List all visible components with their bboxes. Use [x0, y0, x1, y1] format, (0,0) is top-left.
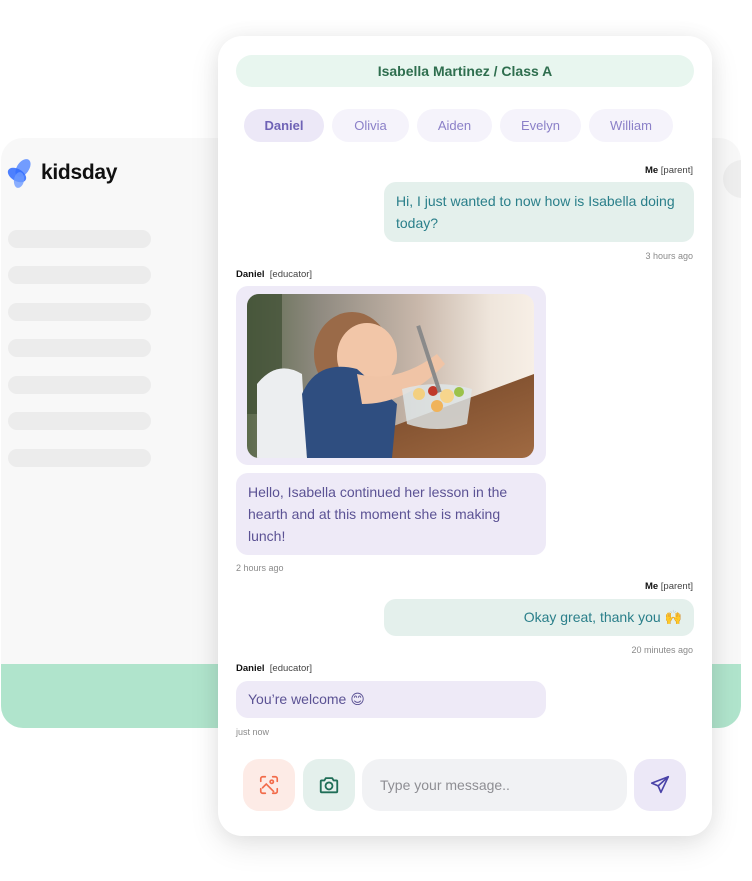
photo-illustration — [247, 294, 534, 458]
image-message-bubble — [236, 286, 546, 465]
chat-header-title: Isabella Martinez / Class A — [236, 55, 694, 87]
girl-eating-fruit-salad-photo[interactable] — [247, 294, 534, 458]
tab-evelyn[interactable]: Evelyn — [500, 109, 581, 142]
message-sender: Me [parent] — [645, 581, 693, 592]
sidebar-placeholder-item — [8, 412, 151, 430]
educator-message-bubble: You’re welcome 😊 — [236, 681, 546, 718]
sender-role: [parent] — [660, 165, 693, 176]
educator-message-bubble: Hello, Isabella continued her lesson in … — [236, 473, 546, 555]
camera-button[interactable] — [303, 759, 355, 811]
message-timestamp: just now — [236, 727, 270, 737]
educator-tabs: Daniel Olivia Aiden Evelyn William — [244, 109, 673, 142]
sender-role: [parent] — [660, 581, 693, 592]
tab-william[interactable]: William — [589, 109, 673, 142]
scan-image-button[interactable] — [243, 759, 295, 811]
message-timestamp: 20 minutes ago — [631, 645, 693, 655]
sidebar-placeholder-item — [8, 449, 151, 467]
chat-window: Isabella Martinez / Class A Daniel Olivi… — [218, 36, 712, 836]
message-sender: Me [parent] — [645, 165, 693, 176]
tab-aiden[interactable]: Aiden — [417, 109, 492, 142]
background-avatar-placeholder — [723, 160, 741, 198]
tab-olivia[interactable]: Olivia — [332, 109, 409, 142]
brand-name: kidsday — [41, 161, 118, 184]
parent-message-bubble: Hi, I just wanted to now how is Isabella… — [384, 182, 694, 242]
message-timestamp: 2 hours ago — [236, 563, 284, 573]
sender-name: Daniel — [236, 663, 265, 674]
sidebar-placeholder-item — [8, 303, 151, 321]
sidebar-placeholder-item — [8, 376, 151, 394]
kidsday-logo-icon — [7, 159, 31, 188]
message-input[interactable] — [362, 759, 627, 811]
brand-logo[interactable]: kidsday — [7, 158, 117, 188]
camera-icon — [319, 777, 339, 794]
message-sender: Daniel [educator] — [236, 269, 312, 280]
tab-daniel[interactable]: Daniel — [244, 109, 324, 142]
message-composer — [243, 759, 686, 811]
sidebar-placeholder-item — [8, 339, 151, 357]
parent-message-bubble: Okay great, thank you 🙌 — [384, 599, 694, 636]
scan-image-icon — [259, 775, 279, 795]
message-sender: Daniel [educator] — [236, 663, 312, 674]
sender-role: [educator] — [269, 663, 313, 674]
message-timestamp: 3 hours ago — [645, 251, 693, 261]
sender-name: Me — [644, 581, 659, 592]
sidebar-placeholder-item — [8, 266, 151, 284]
sender-name: Daniel — [236, 269, 265, 280]
sender-name: Me — [644, 165, 659, 176]
send-icon — [650, 775, 670, 794]
sidebar-placeholder-item — [8, 230, 151, 248]
send-button[interactable] — [634, 759, 686, 811]
sender-role: [educator] — [269, 269, 313, 280]
